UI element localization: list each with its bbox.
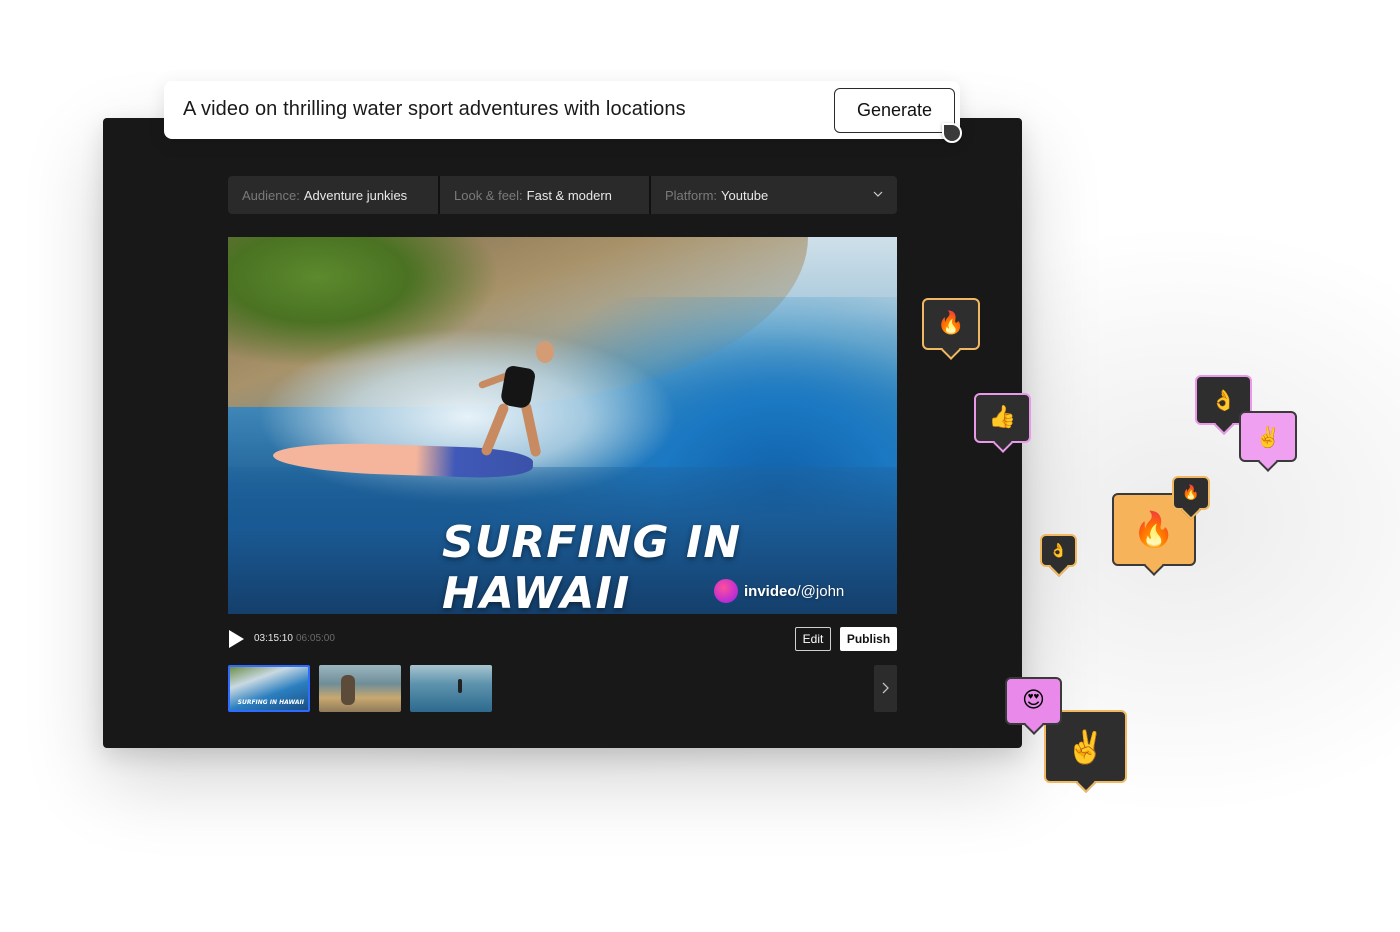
surfer-head	[536, 341, 554, 363]
thumbs-up-icon: 👍	[988, 405, 1017, 430]
chevron-down-icon	[873, 191, 883, 197]
heart-eyes-icon: 😍	[1022, 688, 1045, 713]
reaction-bubble: 🔥	[922, 298, 980, 350]
reaction-bubble: 👍	[974, 393, 1031, 443]
thumbnail-figure	[458, 679, 462, 693]
edit-button[interactable]: Edit	[795, 627, 831, 651]
options-bar: Audience: Adventure junkies Look & feel:…	[228, 176, 897, 214]
thumbnail-scene-1[interactable]: SURFING IN HAWAII	[228, 665, 310, 712]
player-controls: 03:15:10 06:05:00 Edit Publish	[228, 626, 897, 652]
look-feel-value: Fast & modern	[526, 187, 612, 203]
prompt-bar: Generate	[164, 81, 962, 143]
ok-hand-icon: 👌	[1049, 542, 1068, 559]
ok-hand-icon: 👌	[1211, 388, 1236, 412]
audience-option[interactable]: Audience: Adventure junkies	[228, 176, 438, 214]
video-credit: invideo/@john	[714, 579, 844, 603]
credit-handle: /@john	[796, 582, 845, 600]
fire-icon: 🔥	[1182, 485, 1200, 501]
video-preview[interactable]: SURFING IN HAWAII invideo/@john	[228, 237, 897, 614]
credit-brand: invideo	[744, 582, 797, 600]
look-feel-option[interactable]: Look & feel: Fast & modern	[440, 176, 649, 214]
platform-value: Youtube	[721, 187, 769, 203]
chevron-right-icon	[882, 682, 889, 694]
thumbnail-scene-2[interactable]	[319, 665, 401, 712]
current-time: 03:15:10	[254, 633, 293, 644]
audience-label: Audience:	[242, 187, 300, 203]
play-icon[interactable]	[229, 630, 244, 648]
total-time: 06:05:00	[296, 633, 335, 644]
scene-thumbnails: SURFING IN HAWAII	[228, 665, 897, 712]
fire-icon: 🔥	[1132, 509, 1176, 550]
thumbnail-scene-3[interactable]	[410, 665, 492, 712]
publish-button[interactable]: Publish	[840, 627, 897, 651]
look-feel-label: Look & feel:	[454, 187, 523, 203]
reaction-bubble: ✌️	[1239, 411, 1297, 462]
prompt-input[interactable]	[183, 98, 823, 121]
platform-label: Platform:	[665, 187, 718, 203]
victory-hand-icon: ✌️	[1065, 727, 1106, 766]
invideo-logo-icon	[714, 579, 738, 603]
reaction-bubble: 😍	[1005, 677, 1062, 725]
thumbnail-caption: SURFING IN HAWAII	[237, 699, 304, 706]
cursor-icon	[942, 123, 962, 143]
audience-value: Adventure junkies	[303, 187, 408, 203]
thumbnail-figure	[341, 675, 355, 705]
victory-hand-icon: ✌️	[1255, 424, 1281, 449]
next-thumbnails-button[interactable]	[874, 665, 897, 712]
generate-button[interactable]: Generate	[834, 88, 955, 133]
platform-dropdown[interactable]: Platform: Youtube	[651, 176, 897, 214]
fire-icon: 🔥	[937, 311, 965, 336]
reaction-bubble: 👌	[1040, 534, 1077, 567]
reaction-bubble: 🔥	[1172, 476, 1210, 510]
